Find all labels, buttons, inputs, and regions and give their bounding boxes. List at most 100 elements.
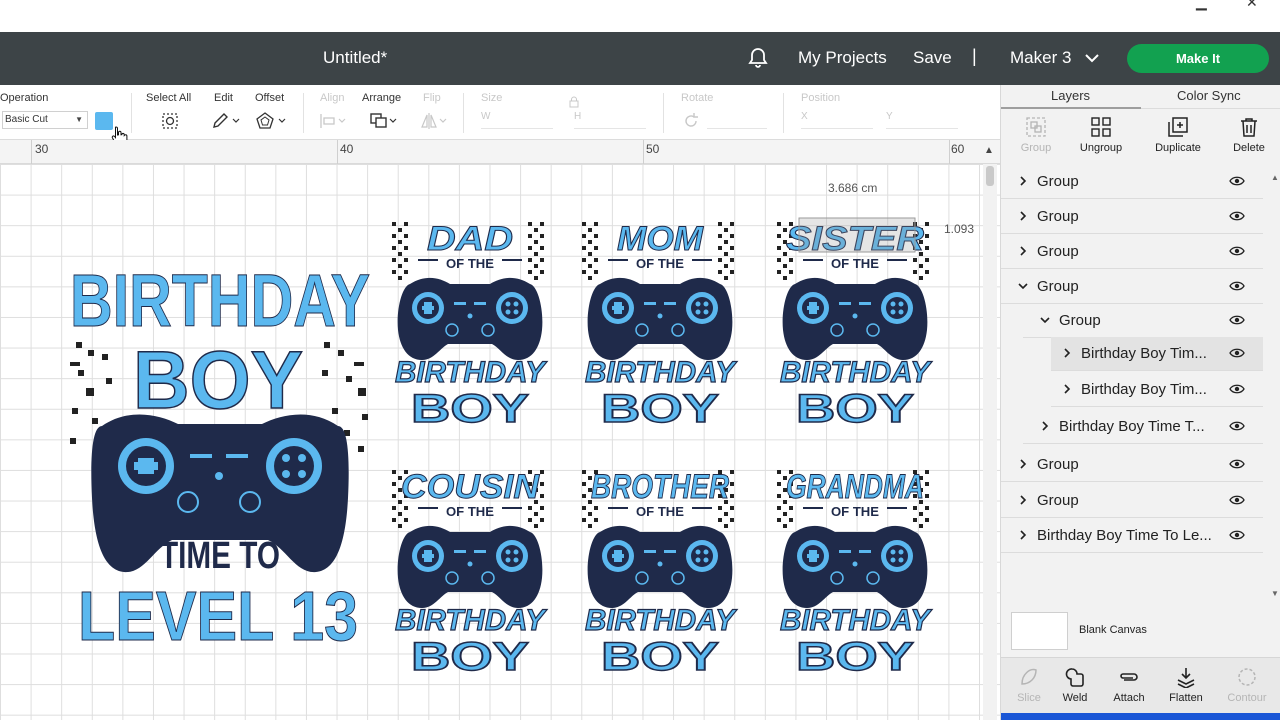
- design-dad[interactable]: DADOF THE BIRTHDAYBOY: [390, 210, 550, 428]
- layer-row[interactable]: Group: [1001, 165, 1263, 199]
- toolbar-divider: [783, 93, 784, 133]
- scroll-up-icon[interactable]: ▲: [984, 145, 994, 156]
- arrange-icon[interactable]: [368, 111, 400, 131]
- weld-button[interactable]: Weld: [1047, 658, 1103, 716]
- design-sister[interactable]: SISTEROF THEBIRTHDAYBOY: [775, 210, 935, 428]
- eye-icon[interactable]: [1229, 494, 1245, 506]
- layer-row[interactable]: Group: [1001, 484, 1263, 518]
- selection-width-label: 3.686 cm: [828, 181, 878, 195]
- ruler-number: 50: [646, 142, 660, 156]
- chevron-down-icon[interactable]: [1039, 314, 1051, 326]
- lock-icon[interactable]: [568, 96, 580, 108]
- rotate-field[interactable]: [707, 111, 767, 129]
- layer-row[interactable]: Group: [1001, 270, 1263, 304]
- design-cousin[interactable]: COUSINOF THE BIRTHDAYBOY: [390, 458, 550, 676]
- chevron-right-icon[interactable]: [1017, 458, 1029, 470]
- position-y-field[interactable]: Y: [886, 111, 958, 129]
- machine-selector[interactable]: Maker 3: [1010, 48, 1071, 68]
- panel-footer-bar: [1001, 713, 1280, 720]
- game-controller-icon: [782, 525, 928, 608]
- chevron-down-icon[interactable]: [1083, 50, 1101, 66]
- design-grandma[interactable]: GRANDMAOF THE BIRTHDAYBOY: [775, 458, 935, 676]
- blank-canvas-thumbnail[interactable]: [1011, 612, 1068, 650]
- tab-layers[interactable]: Layers: [1051, 88, 1090, 103]
- eye-icon[interactable]: [1229, 383, 1245, 395]
- offset-icon[interactable]: [255, 111, 287, 131]
- close-window-icon[interactable]: ✕: [1246, 0, 1258, 11]
- eye-icon[interactable]: [1229, 175, 1245, 187]
- align-label: Align: [320, 92, 345, 104]
- bottom-tools: Slice Weld Attach Flatten Contour: [1001, 657, 1280, 715]
- chevron-right-icon[interactable]: [1017, 175, 1029, 187]
- flatten-button[interactable]: Flatten: [1158, 658, 1214, 716]
- chevron-right-icon[interactable]: [1061, 383, 1073, 395]
- attach-button[interactable]: Attach: [1101, 658, 1157, 716]
- scroll-down-icon[interactable]: ▼: [1271, 589, 1279, 598]
- scroll-up-icon[interactable]: ▲: [1271, 173, 1279, 182]
- ungroup-button[interactable]: Ungroup: [1066, 110, 1136, 162]
- layer-tools: Group Ungroup Duplicate Delete: [1001, 110, 1280, 162]
- chevron-right-icon[interactable]: [1017, 494, 1029, 506]
- rotate-icon[interactable]: [681, 111, 701, 131]
- minimize-icon[interactable]: ▁: [1196, 0, 1207, 11]
- of-the-text: OF THE: [446, 504, 494, 519]
- delete-button[interactable]: Delete: [1214, 110, 1280, 162]
- flip-icon[interactable]: [420, 111, 450, 131]
- design-mom[interactable]: MOMOF THE BIRTHDAYBOY: [580, 210, 740, 428]
- design-brother[interactable]: BROTHEROF THE BIRTHDAYBOY: [580, 458, 740, 676]
- chevron-down-icon[interactable]: [1017, 280, 1029, 292]
- layer-row[interactable]: Birthday Boy Time T...: [1023, 410, 1263, 444]
- my-projects-link[interactable]: My Projects: [798, 48, 887, 68]
- panel-scrollbar[interactable]: ▲ ▼: [1269, 165, 1280, 615]
- eye-icon[interactable]: [1229, 347, 1245, 359]
- make-it-button[interactable]: Make It: [1127, 44, 1269, 73]
- operation-select[interactable]: Basic Cut ▼: [2, 111, 88, 129]
- ruler-tick: [643, 140, 644, 164]
- birthday-text: BIRTHDAY: [585, 604, 738, 637]
- chevron-right-icon[interactable]: [1061, 347, 1073, 359]
- layer-name: Group: [1037, 492, 1079, 509]
- eye-icon[interactable]: [1229, 210, 1245, 222]
- notification-bell-icon[interactable]: [746, 46, 770, 70]
- eye-icon[interactable]: [1229, 314, 1245, 326]
- group-button[interactable]: Group: [1001, 110, 1071, 162]
- chevron-right-icon[interactable]: [1039, 420, 1051, 432]
- layer-row[interactable]: Birthday Boy Time To Le...: [1001, 519, 1263, 553]
- contour-button[interactable]: Contour: [1219, 658, 1275, 716]
- tab-color-sync[interactable]: Color Sync: [1177, 88, 1241, 103]
- big-title-line4: LEVEL 13: [78, 577, 358, 650]
- layer-row[interactable]: Birthday Boy Tim...: [1051, 373, 1263, 407]
- canvas-scrollbar[interactable]: [983, 164, 997, 720]
- duplicate-button[interactable]: Duplicate: [1143, 110, 1213, 162]
- chevron-right-icon[interactable]: [1017, 245, 1029, 257]
- design-name-text: DAD: [427, 220, 513, 258]
- select-all-icon[interactable]: [160, 111, 180, 131]
- birthday-boy-level-13-design[interactable]: BIRTHDAY BOY TIME TO LEVEL 13: [62, 258, 378, 651]
- blank-canvas-label: Blank Canvas: [1079, 624, 1147, 636]
- layer-row[interactable]: Group: [1001, 235, 1263, 269]
- header-separator: |: [972, 46, 977, 66]
- eye-icon[interactable]: [1229, 280, 1245, 292]
- edit-pencil-icon[interactable]: [211, 111, 241, 131]
- height-field[interactable]: H: [574, 111, 646, 129]
- selection-box[interactable]: [798, 217, 916, 253]
- project-title[interactable]: Untitled*: [323, 48, 387, 68]
- eye-icon[interactable]: [1229, 420, 1245, 432]
- align-icon[interactable]: [318, 111, 348, 131]
- eye-icon[interactable]: [1229, 529, 1245, 541]
- chevron-right-icon[interactable]: [1017, 210, 1029, 222]
- size-label: Size: [481, 92, 503, 104]
- layer-row[interactable]: Group: [1001, 448, 1263, 482]
- chevron-right-icon[interactable]: [1017, 529, 1029, 541]
- eye-icon[interactable]: [1229, 458, 1245, 470]
- layer-row[interactable]: Birthday Boy Tim...: [1051, 337, 1263, 371]
- layer-name: Group: [1037, 243, 1079, 260]
- layer-row[interactable]: Group: [1023, 304, 1263, 338]
- caret-down-icon: ▼: [75, 115, 83, 124]
- width-field[interactable]: W: [481, 111, 553, 129]
- save-button[interactable]: Save: [913, 48, 952, 68]
- scrollbar-thumb[interactable]: [986, 166, 994, 186]
- layer-row[interactable]: Group: [1001, 200, 1263, 234]
- position-x-field[interactable]: X: [801, 111, 873, 129]
- eye-icon[interactable]: [1229, 245, 1245, 257]
